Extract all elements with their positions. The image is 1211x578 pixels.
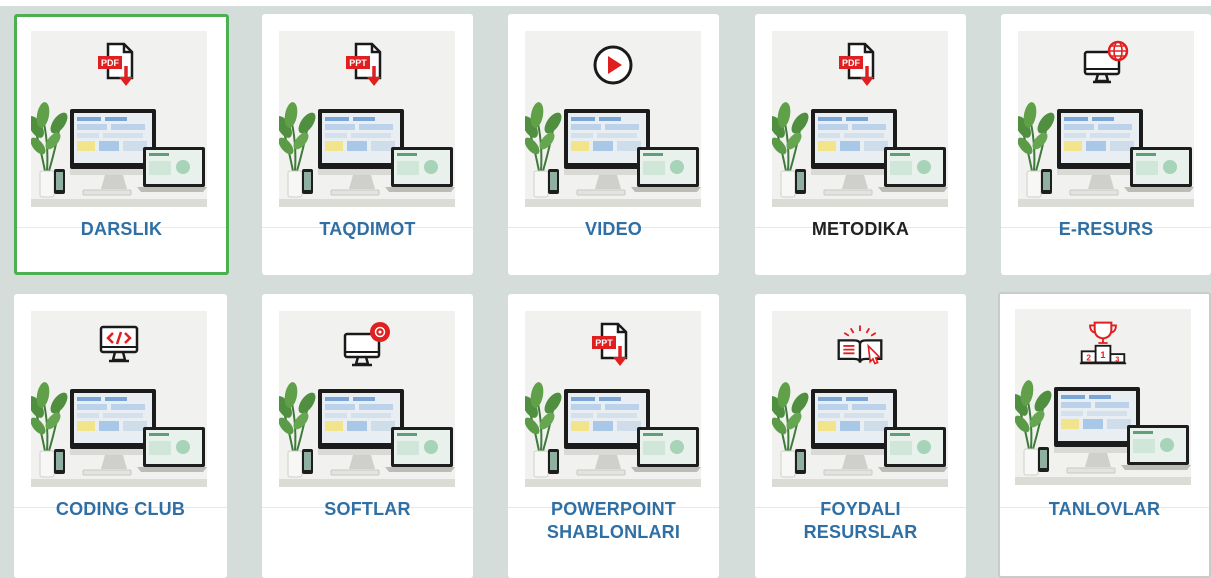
card-label: DARSLIK (80, 219, 163, 239)
card-taqdimot[interactable]: PPT TAQDIMOT (262, 14, 473, 275)
card-thumbnail (1018, 31, 1194, 207)
category-grid: PDF DARSLIK PPT TAQDIMOT VIDEO PDF METOD… (0, 0, 1211, 578)
card-thumbnail: PDF (31, 31, 207, 207)
monitor-disc-icon (342, 319, 392, 371)
svg-text:PPT: PPT (595, 338, 613, 348)
svg-text:PPT: PPT (349, 58, 367, 68)
card-label-line: RESURSLAR (803, 522, 918, 542)
card-label: TANLOVLAR (1048, 499, 1161, 519)
card-thumbnail: PPT (279, 31, 455, 207)
card-thumbnail: 1 2 3 (1015, 309, 1191, 485)
card-powerpoint-shablonlari[interactable]: PPT POWERPOINT SHABLONLARI (508, 294, 719, 578)
monitor-globe-icon (1081, 39, 1131, 91)
ppt-download-icon: PPT (342, 39, 392, 91)
card-label: SOFTLAR (324, 499, 411, 519)
card-label-line: FOYDALI (820, 499, 901, 519)
svg-text:2: 2 (1086, 353, 1091, 363)
card-thumbnail (525, 31, 701, 207)
card-video[interactable]: VIDEO (508, 14, 719, 275)
ppt-download-icon: PPT (588, 319, 638, 371)
card-e-resurs[interactable]: E-RESURS (1001, 14, 1211, 275)
card-thumbnail (31, 311, 207, 487)
card-label: METODIKA (811, 219, 910, 239)
card-label-line: POWERPOINT (550, 499, 676, 519)
svg-text:PDF: PDF (842, 58, 861, 68)
svg-text:PDF: PDF (101, 58, 120, 68)
play-icon (588, 39, 638, 91)
svg-text:3: 3 (1115, 355, 1119, 364)
card-foydali-resurslar[interactable]: FOYDALI RESURSLAR (755, 294, 966, 578)
card-metodika[interactable]: PDF METODIKA (755, 14, 966, 275)
card-softlar[interactable]: SOFTLAR (262, 294, 473, 578)
card-label: FOYDALI RESURSLAR (755, 498, 966, 544)
card-label: POWERPOINT SHABLONLARI (508, 498, 719, 544)
card-label-line: SHABLONLARI (546, 522, 681, 542)
card-label: TAQDIMOT (319, 219, 416, 239)
card-label: VIDEO (584, 219, 642, 239)
monitor-code-icon (94, 319, 144, 371)
pdf-download-icon: PDF (94, 39, 144, 91)
card-thumbnail: PDF (772, 31, 948, 207)
card-thumbnail (772, 311, 948, 487)
open-book-icon (835, 319, 885, 371)
card-tanlovlar[interactable]: 1 2 3 TANLOVLAR (998, 292, 1211, 578)
card-darslik[interactable]: PDF DARSLIK (14, 14, 229, 275)
card-coding-club[interactable]: CODING CLUB (14, 294, 227, 578)
trophy-podium-icon: 1 2 3 (1078, 317, 1128, 369)
card-thumbnail (279, 311, 455, 487)
pdf-download-icon: PDF (835, 39, 885, 91)
card-thumbnail: PPT (525, 311, 701, 487)
svg-text:1: 1 (1100, 350, 1105, 360)
card-label: CODING CLUB (55, 499, 186, 519)
card-label: E-RESURS (1058, 219, 1154, 239)
